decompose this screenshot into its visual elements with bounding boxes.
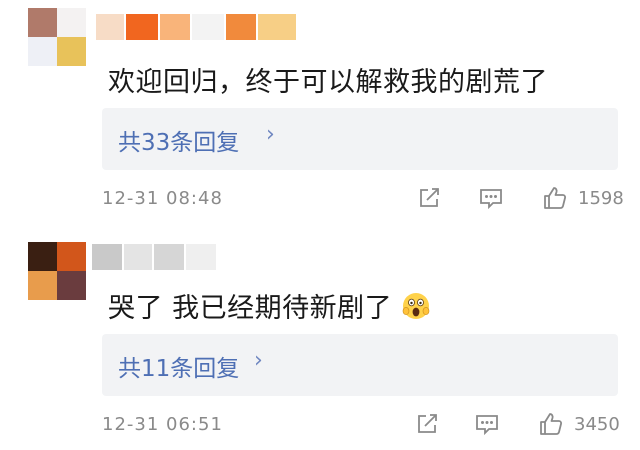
username-blurred[interactable] <box>96 14 296 40</box>
like-count: 3450 <box>574 414 620 435</box>
avatar[interactable] <box>28 8 86 66</box>
chevron-right-icon: › <box>266 122 275 147</box>
view-replies-link[interactable]: 共33条回复 <box>118 123 239 157</box>
scream-face-icon <box>402 293 430 319</box>
avatar[interactable] <box>28 242 86 300</box>
like-icon[interactable] <box>536 409 568 439</box>
timestamp: 12-31 06:51 <box>102 414 223 435</box>
view-replies-link[interactable]: 共11条回复 <box>118 349 239 383</box>
replies-box[interactable]: 共33条回复 › <box>102 108 618 170</box>
comment-footer: 12-31 06:51 3450 <box>0 406 640 442</box>
comment-icon[interactable] <box>472 409 504 439</box>
timestamp: 12-31 08:48 <box>102 188 223 209</box>
comment-text-content: 欢迎回归，终于可以解救我的剧荒了 <box>108 67 548 98</box>
comment-text: 哭了 我已经期待新剧了 <box>108 286 431 325</box>
comment-text: 欢迎回归，终于可以解救我的剧荒了 <box>108 60 548 99</box>
repost-icon[interactable] <box>414 183 446 213</box>
repost-icon[interactable] <box>412 409 444 439</box>
comment-list: 欢迎回归，终于可以解救我的剧荒了 共33条回复 › 12-31 08:48 15… <box>0 0 640 450</box>
like-icon[interactable] <box>540 183 572 213</box>
comment-item: 欢迎回归，终于可以解救我的剧荒了 共33条回复 › 12-31 08:48 15… <box>0 0 640 222</box>
comment-icon[interactable] <box>476 183 508 213</box>
comment-item: 哭了 我已经期待新剧了 共11条回复 › 12-31 06:51 3450 <box>0 222 640 450</box>
comment-text-content: 哭了 我已经期待新剧了 <box>108 293 393 324</box>
comment-footer: 12-31 08:48 1598 <box>0 180 640 216</box>
replies-box[interactable]: 共11条回复 › <box>102 334 618 396</box>
like-count: 1598 <box>578 188 624 209</box>
username-blurred[interactable] <box>92 244 216 270</box>
chevron-right-icon: › <box>254 348 263 373</box>
